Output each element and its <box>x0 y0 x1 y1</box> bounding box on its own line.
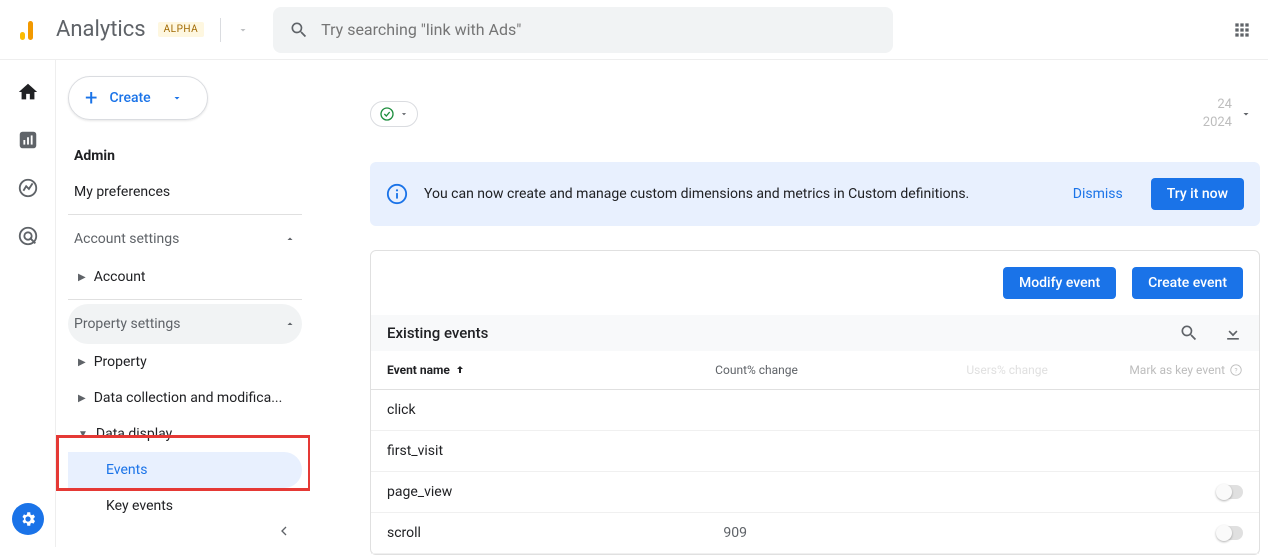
table-row[interactable]: click <box>371 390 1259 431</box>
chevron-down-icon <box>399 109 409 119</box>
nav-preferences[interactable]: My preferences <box>68 174 302 210</box>
reports-icon[interactable] <box>16 128 40 152</box>
toggle-key-event[interactable] <box>1217 485 1243 499</box>
table-title: Existing events <box>387 324 488 342</box>
chevron-up-icon <box>284 233 296 245</box>
section-property-settings[interactable]: Property settings <box>68 304 302 344</box>
col-pct-change-2[interactable]: % change <box>997 363 1107 377</box>
date-line1: 24 <box>1203 96 1232 114</box>
modify-event-button[interactable]: Modify event <box>1003 267 1116 299</box>
explore-icon[interactable] <box>16 176 40 200</box>
arrow-right-icon: ▶ <box>78 393 86 404</box>
table-body: clickfirst_visitpage_viewscroll909 <box>371 390 1259 554</box>
table-row[interactable]: scroll909 <box>371 513 1259 554</box>
cell-event-name: scroll <box>387 525 657 541</box>
search-box[interactable] <box>273 7 893 53</box>
account-dropdown[interactable] <box>237 24 249 36</box>
chevron-down-icon <box>237 24 249 36</box>
check-circle-icon <box>379 106 395 122</box>
product-name: Analytics <box>56 17 146 42</box>
table-row[interactable]: first_visit <box>371 431 1259 472</box>
chevron-down-icon <box>1240 108 1252 120</box>
main-content: 24 2024 You can now create and manage cu… <box>310 60 1268 547</box>
cell-event-name: click <box>387 402 657 418</box>
gear-icon <box>19 510 37 528</box>
col-users[interactable]: Users <box>897 363 997 377</box>
cell-event-name: page_view <box>387 484 657 500</box>
card-subheader: Existing events <box>371 315 1259 351</box>
dismiss-link[interactable]: Dismiss <box>1073 186 1123 202</box>
download-icon[interactable] <box>1223 323 1243 343</box>
date-range[interactable]: 24 2024 <box>1203 96 1260 132</box>
create-button[interactable]: + Create <box>68 76 208 120</box>
svg-text:?: ? <box>1234 367 1237 375</box>
subitem-account[interactable]: ▶ Account <box>68 259 302 295</box>
nav-admin-label: Admin <box>74 148 115 164</box>
toggle-key-event[interactable] <box>1217 526 1243 540</box>
banner-message: You can now create and manage custom dim… <box>424 186 1057 202</box>
collapse-sidebar[interactable] <box>276 523 292 539</box>
info-banner: You can now create and manage custom dim… <box>370 162 1260 226</box>
col-count[interactable]: Count <box>657 363 747 377</box>
separator <box>68 214 302 215</box>
subitem-label: Data display <box>96 426 172 442</box>
chevron-up-icon <box>284 318 296 330</box>
create-event-button[interactable]: Create event <box>1132 267 1243 299</box>
alpha-badge: ALPHA <box>158 22 204 37</box>
try-it-now-button[interactable]: Try it now <box>1151 178 1244 210</box>
subitem-label: Account <box>94 269 146 285</box>
section-label: Account settings <box>74 231 179 247</box>
table-row[interactable]: page_view <box>371 472 1259 513</box>
sidebar: + Create Admin My preferences Account se… <box>56 60 310 547</box>
subitem-key-events[interactable]: Key events <box>68 488 302 524</box>
nav-admin[interactable]: Admin <box>68 138 302 174</box>
home-icon[interactable] <box>16 80 40 104</box>
col-label: Mark as key event <box>1129 363 1225 377</box>
chevron-left-icon <box>276 523 292 539</box>
logo[interactable]: Analytics ALPHA <box>16 17 204 42</box>
status-badge[interactable] <box>370 101 418 127</box>
divider <box>220 18 221 42</box>
subitem-data-display[interactable]: ▼ Data display <box>68 416 302 452</box>
separator <box>68 299 302 300</box>
table-header-row: Event name Count % change Users % change… <box>371 351 1259 390</box>
events-card: Modify event Create event Existing event… <box>370 250 1260 555</box>
analytics-logo-icon <box>16 18 40 42</box>
icon-rail <box>0 60 56 547</box>
apps-icon[interactable] <box>1232 20 1252 40</box>
advertising-icon[interactable] <box>16 224 40 248</box>
col-pct-change[interactable]: % change <box>747 363 897 377</box>
cell-mark <box>1107 526 1243 540</box>
subitem-label: Data collection and modifica... <box>94 390 283 406</box>
section-account-settings[interactable]: Account settings <box>68 219 302 259</box>
col-event-name[interactable]: Event name <box>387 363 657 377</box>
help-icon[interactable]: ? <box>1229 363 1243 377</box>
arrow-right-icon: ▶ <box>78 272 86 283</box>
cell-event-name: first_visit <box>387 443 657 459</box>
subitem-data-collection[interactable]: ▶ Data collection and modifica... <box>68 380 302 416</box>
plus-icon: + <box>85 86 97 111</box>
search-icon <box>289 20 309 40</box>
arrow-down-icon: ▼ <box>78 429 88 440</box>
app-header: Analytics ALPHA <box>0 0 1268 60</box>
search-input[interactable] <box>321 20 877 39</box>
date-line2: 2024 <box>1203 114 1232 132</box>
info-icon <box>386 183 408 205</box>
subitem-label: Property <box>94 354 147 370</box>
section-label: Property settings <box>74 316 181 332</box>
cell-mark <box>1107 485 1243 499</box>
create-label: Create <box>109 90 150 106</box>
subitem-property[interactable]: ▶ Property <box>68 344 302 380</box>
chevron-down-icon <box>171 92 183 104</box>
col-mark-key: Mark as key event ? <box>1107 363 1243 377</box>
arrow-up-icon <box>454 364 466 376</box>
arrow-right-icon: ▶ <box>78 357 86 368</box>
col-label: Event name <box>387 363 450 377</box>
search-icon[interactable] <box>1179 323 1199 343</box>
subitem-events[interactable]: Events <box>68 452 302 488</box>
admin-gear-button[interactable] <box>12 503 44 535</box>
cell-count: 909 <box>657 525 747 541</box>
